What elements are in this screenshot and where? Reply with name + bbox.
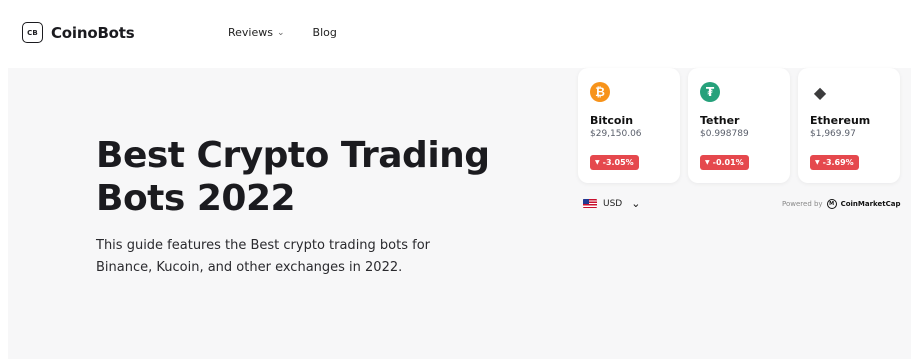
tether-icon: ₮ (700, 82, 720, 102)
chevron-down-icon: ⌄ (631, 197, 641, 210)
caret-down-icon: ▼ (705, 159, 710, 166)
coin-card-tether[interactable]: ₮ Tether $0.998789 ▼ -0.01% (688, 68, 790, 183)
powered-by-label: Powered by (782, 200, 823, 208)
coin-change-value: -3.69% (822, 158, 854, 167)
caret-down-icon: ▼ (815, 159, 820, 166)
coin-name: Tether (700, 114, 740, 127)
coin-card-ethereum[interactable]: ◆ Ethereum $1,969.97 ▼ -3.69% (798, 68, 900, 183)
coin-change-badge: ▼ -3.05% (590, 155, 639, 170)
caret-down-icon: ▼ (595, 159, 600, 166)
currency-label: USD (603, 198, 623, 209)
site-header: CB CoinoBots Reviews ⌄ Blog (0, 0, 911, 68)
nav-item-blog[interactable]: Blog (313, 26, 337, 39)
main-nav: Reviews ⌄ Blog (228, 26, 337, 39)
coin-name: Ethereum (810, 114, 871, 127)
bitcoin-icon: ₿ (590, 82, 610, 102)
coin-price: $29,150.06 (590, 129, 642, 139)
powered-by-name: CoinMarketCap (840, 200, 901, 208)
coin-change-value: -3.05% (602, 158, 634, 167)
nav-item-reviews[interactable]: Reviews ⌄ (228, 26, 285, 39)
nav-item-label: Blog (312, 26, 337, 39)
coin-change-value: -0.01% (712, 158, 744, 167)
hero-description: This guide features the Best crypto trad… (96, 238, 431, 275)
powered-by[interactable]: Powered by M CoinMarketCap (782, 199, 900, 209)
chevron-down-icon: ⌄ (276, 27, 285, 38)
coin-name: Bitcoin (590, 114, 634, 127)
us-flag-icon (583, 199, 597, 208)
logo-badge: CB (22, 22, 43, 43)
ethereum-icon: ◆ (810, 82, 830, 102)
logo-text: CoinoBots (51, 23, 135, 42)
coin-change-badge: ▼ -0.01% (700, 155, 749, 170)
coin-change-badge: ▼ -3.69% (810, 155, 859, 170)
coin-card-bitcoin[interactable]: ₿ Bitcoin $29,150.06 ▼ -3.05% (578, 68, 680, 183)
nav-item-label: Reviews (228, 26, 273, 39)
currency-selector[interactable]: USD ⌄ (583, 197, 640, 210)
site-logo[interactable]: CB CoinoBots (22, 22, 135, 43)
coin-price: $1,969.97 (810, 129, 856, 139)
coin-price: $0.998789 (700, 129, 749, 139)
page-title: Best Crypto Trading Bots 2022 (96, 135, 490, 219)
coinmarketcap-icon: M (826, 199, 837, 209)
